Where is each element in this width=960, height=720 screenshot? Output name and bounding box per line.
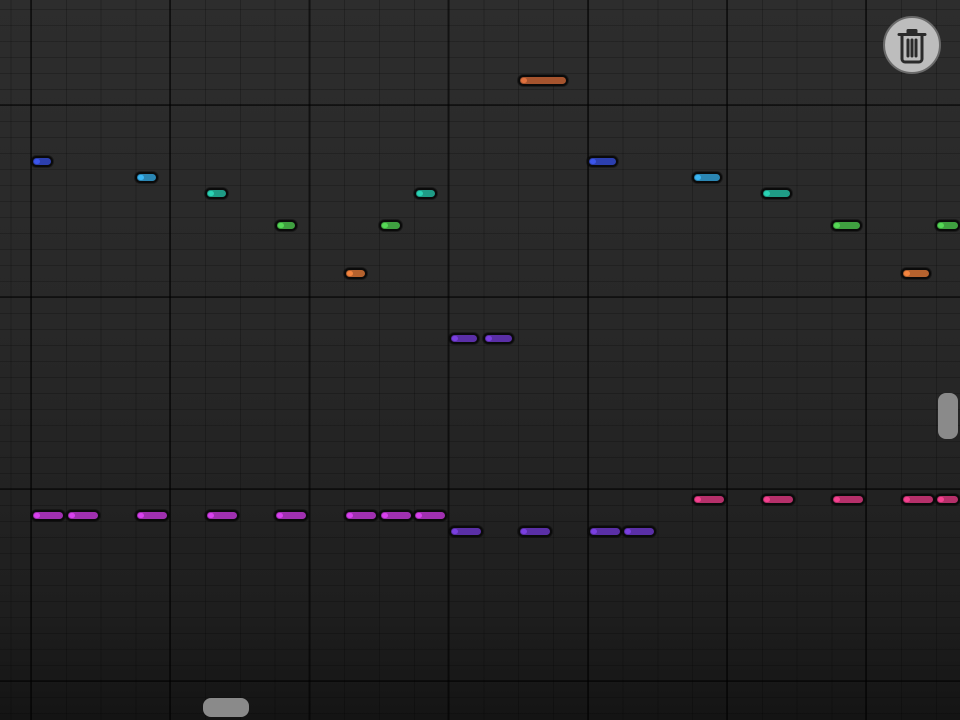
note-block[interactable] <box>587 156 618 167</box>
piano-roll-canvas[interactable] <box>0 0 960 720</box>
note-block[interactable] <box>761 494 795 505</box>
note-head <box>521 529 527 534</box>
note-block[interactable] <box>275 220 297 231</box>
note-head <box>695 175 701 180</box>
note-head <box>347 271 353 276</box>
note-block[interactable] <box>935 220 960 231</box>
note-block[interactable] <box>344 510 378 521</box>
note-head <box>417 191 423 196</box>
note-block[interactable] <box>622 526 656 537</box>
grid-major-lines <box>0 0 960 720</box>
note-head <box>486 336 492 341</box>
note-head <box>938 223 944 228</box>
note-block[interactable] <box>935 494 960 505</box>
note-head <box>382 223 388 228</box>
note-block[interactable] <box>135 510 169 521</box>
note-head <box>938 497 944 502</box>
note-block[interactable] <box>692 494 726 505</box>
note-block[interactable] <box>66 510 100 521</box>
note-block[interactable] <box>414 188 437 199</box>
note-head <box>416 513 422 518</box>
note-head <box>382 513 388 518</box>
note-head <box>452 336 458 341</box>
note-head <box>69 513 75 518</box>
note-block[interactable] <box>205 188 228 199</box>
note-head <box>521 78 527 83</box>
note-block[interactable] <box>692 172 722 183</box>
note-head <box>625 529 631 534</box>
note-head <box>138 175 144 180</box>
note-block[interactable] <box>274 510 308 521</box>
note-head <box>834 223 840 228</box>
note-head <box>34 513 40 518</box>
note-block[interactable] <box>344 268 367 279</box>
note-head <box>591 529 597 534</box>
trash-button[interactable] <box>883 16 941 74</box>
note-head <box>834 497 840 502</box>
note-head <box>34 159 40 164</box>
note-head <box>904 271 910 276</box>
note-head <box>138 513 144 518</box>
note-block[interactable] <box>379 510 413 521</box>
vertical-scroll-handle[interactable] <box>938 393 958 439</box>
note-block[interactable] <box>518 526 552 537</box>
note-head <box>764 497 770 502</box>
horizontal-scroll-handle[interactable] <box>203 698 249 717</box>
note-block[interactable] <box>901 494 935 505</box>
note-block[interactable] <box>449 333 479 344</box>
note-block[interactable] <box>518 75 568 86</box>
note-head <box>590 159 596 164</box>
note-head <box>277 513 283 518</box>
note-block[interactable] <box>379 220 402 231</box>
note-block[interactable] <box>831 220 862 231</box>
note-block[interactable] <box>413 510 447 521</box>
note-head <box>764 191 770 196</box>
note-head <box>278 223 284 228</box>
note-block[interactable] <box>31 156 53 167</box>
note-block[interactable] <box>588 526 622 537</box>
note-block[interactable] <box>205 510 239 521</box>
note-head <box>695 497 701 502</box>
note-block[interactable] <box>31 510 65 521</box>
note-head <box>208 191 214 196</box>
note-head <box>347 513 353 518</box>
note-block[interactable] <box>761 188 792 199</box>
note-block[interactable] <box>831 494 865 505</box>
trash-icon <box>897 29 927 64</box>
note-head <box>904 497 910 502</box>
note-block[interactable] <box>135 172 158 183</box>
note-head <box>452 529 458 534</box>
note-block[interactable] <box>483 333 514 344</box>
note-block[interactable] <box>901 268 931 279</box>
note-head <box>208 513 214 518</box>
note-block[interactable] <box>449 526 483 537</box>
